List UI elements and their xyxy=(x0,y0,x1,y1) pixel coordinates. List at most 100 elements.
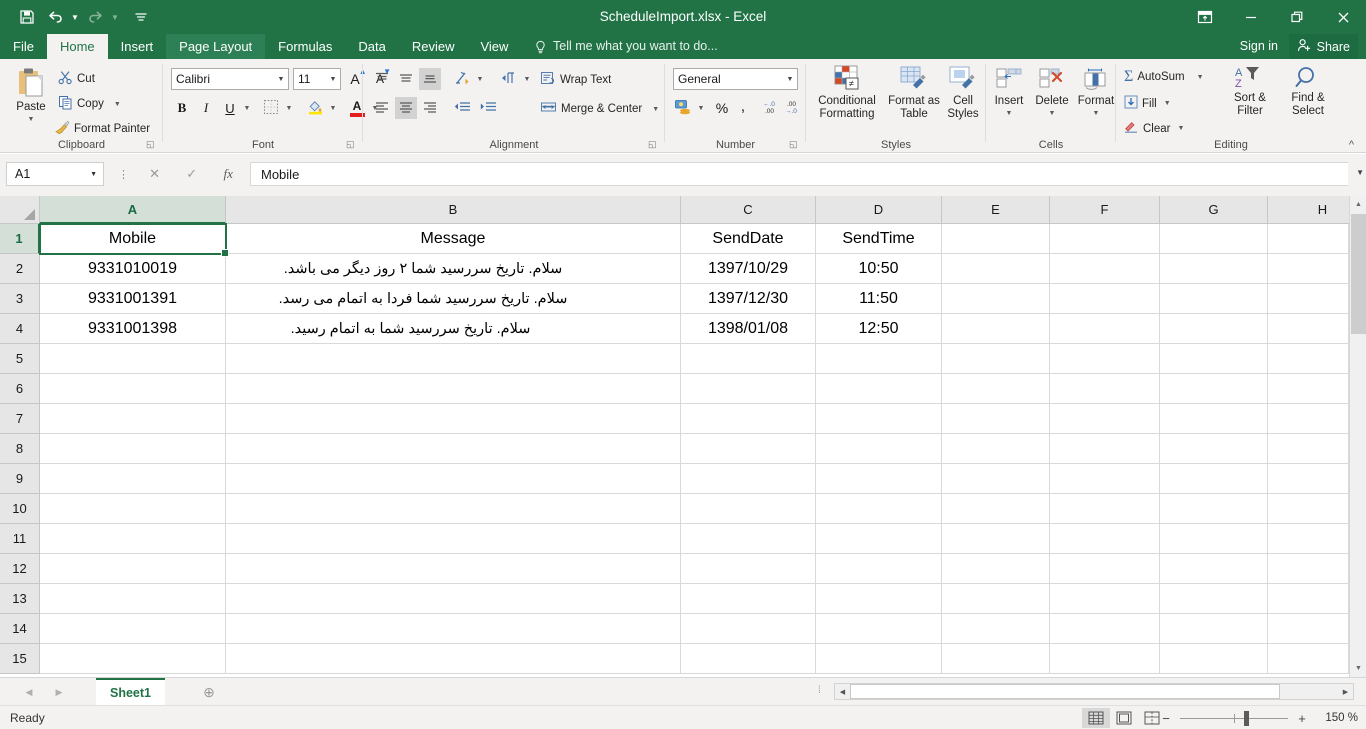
cell-E13[interactable] xyxy=(942,584,1050,614)
row-header-13[interactable]: 13 xyxy=(0,584,40,614)
select-all-button[interactable] xyxy=(0,196,40,224)
row-header-12[interactable]: 12 xyxy=(0,554,40,584)
tab-view[interactable]: View xyxy=(467,34,521,59)
horizontal-scrollbar[interactable]: ◀ ▶ xyxy=(834,683,1354,700)
scroll-right-icon[interactable]: ▶ xyxy=(1338,684,1353,699)
cell-C4[interactable]: 1398/01/08 xyxy=(681,314,816,344)
cell-D2[interactable]: 10:50 xyxy=(816,254,942,284)
cell-H13[interactable] xyxy=(1268,584,1349,614)
row-header-15[interactable]: 15 xyxy=(0,644,40,674)
text-direction-dropdown-button[interactable]: ▼ xyxy=(521,68,533,90)
close-icon[interactable] xyxy=(1320,0,1366,34)
cell-C12[interactable] xyxy=(681,554,816,584)
cell-F15[interactable] xyxy=(1050,644,1160,674)
cell-E6[interactable] xyxy=(942,374,1050,404)
insert-function-icon[interactable]: fx xyxy=(223,166,232,182)
cell-A10[interactable] xyxy=(40,494,226,524)
chevron-down-icon[interactable]: ▼ xyxy=(1177,125,1184,132)
cell-C10[interactable] xyxy=(681,494,816,524)
delete-cells-button[interactable]: Delete ▼ xyxy=(1030,67,1074,117)
cell-H8[interactable] xyxy=(1268,434,1349,464)
cell-D15[interactable] xyxy=(816,644,942,674)
tab-review[interactable]: Review xyxy=(399,34,468,59)
zoom-in-button[interactable]: + xyxy=(1297,711,1307,726)
next-sheet-icon[interactable]: ▶ xyxy=(56,687,63,698)
column-header-e[interactable]: E xyxy=(942,196,1050,224)
cell-H10[interactable] xyxy=(1268,494,1349,524)
insert-cells-button[interactable]: Insert ▼ xyxy=(988,67,1030,117)
tab-insert[interactable]: Insert xyxy=(108,34,167,59)
find-select-button[interactable]: Find & Select xyxy=(1278,65,1338,118)
font-name-combo[interactable]: Calibri ▼ xyxy=(171,68,289,90)
cell-H12[interactable] xyxy=(1268,554,1349,584)
row-header-9[interactable]: 9 xyxy=(0,464,40,494)
cell-F12[interactable] xyxy=(1050,554,1160,584)
cell-A15[interactable] xyxy=(40,644,226,674)
zoom-level-label[interactable]: 150 % xyxy=(1316,712,1358,724)
italic-button[interactable]: I xyxy=(195,97,217,119)
number-format-combo[interactable]: General ▼ xyxy=(673,68,798,90)
tab-data[interactable]: Data xyxy=(345,34,398,59)
align-center-button[interactable] xyxy=(395,97,417,119)
decrease-decimal-button[interactable]: .00→.0 xyxy=(781,97,803,119)
tab-page-layout[interactable]: Page Layout xyxy=(166,34,265,59)
cell-G2[interactable] xyxy=(1160,254,1268,284)
percent-style-button[interactable]: % xyxy=(711,97,733,119)
cell-C7[interactable] xyxy=(681,404,816,434)
cell-H5[interactable] xyxy=(1268,344,1349,374)
cell-C6[interactable] xyxy=(681,374,816,404)
cell-D5[interactable] xyxy=(816,344,942,374)
zoom-slider-thumb[interactable] xyxy=(1244,711,1249,726)
cell-C15[interactable] xyxy=(681,644,816,674)
column-header-b[interactable]: B xyxy=(226,196,681,224)
previous-sheet-icon[interactable]: ◀ xyxy=(26,687,33,698)
cell-D3[interactable]: 11:50 xyxy=(816,284,942,314)
cell-G14[interactable] xyxy=(1160,614,1268,644)
cell-E3[interactable] xyxy=(942,284,1050,314)
cell-B11[interactable] xyxy=(226,524,681,554)
tab-home[interactable]: Home xyxy=(47,34,108,59)
cell-B1[interactable]: Message xyxy=(226,224,681,254)
ribbon-display-options-icon[interactable] xyxy=(1182,0,1228,34)
scroll-down-icon[interactable]: ▼ xyxy=(1350,660,1366,677)
borders-dropdown-button[interactable]: ▼ xyxy=(283,97,295,119)
chevron-down-icon[interactable]: ▼ xyxy=(326,76,340,83)
cell-G1[interactable] xyxy=(1160,224,1268,254)
chevron-down-icon[interactable]: ▼ xyxy=(1164,100,1171,107)
cell-B6[interactable] xyxy=(226,374,681,404)
copy-dropdown-icon[interactable]: ▼ xyxy=(114,101,121,108)
expand-formula-bar-icon[interactable]: ▼ xyxy=(1356,168,1364,177)
collapse-ribbon-icon[interactable]: ^ xyxy=(1349,139,1354,151)
row-header-6[interactable]: 6 xyxy=(0,374,40,404)
cell-E4[interactable] xyxy=(942,314,1050,344)
comma-style-button[interactable]: , xyxy=(733,97,753,119)
cell-G7[interactable] xyxy=(1160,404,1268,434)
cell-B14[interactable] xyxy=(226,614,681,644)
cell-E11[interactable] xyxy=(942,524,1050,554)
decrease-indent-button[interactable] xyxy=(450,97,474,119)
cell-A3[interactable]: 9331001391 xyxy=(40,284,226,314)
cell-G10[interactable] xyxy=(1160,494,1268,524)
page-layout-view-icon[interactable] xyxy=(1110,708,1138,728)
cell-E10[interactable] xyxy=(942,494,1050,524)
cell-A8[interactable] xyxy=(40,434,226,464)
cell-C5[interactable] xyxy=(681,344,816,374)
cell-B10[interactable] xyxy=(226,494,681,524)
cell-D11[interactable] xyxy=(816,524,942,554)
format-painter-button[interactable]: Format Painter xyxy=(54,120,150,138)
row-header-10[interactable]: 10 xyxy=(0,494,40,524)
cell-H11[interactable] xyxy=(1268,524,1349,554)
cell-H9[interactable] xyxy=(1268,464,1349,494)
row-header-11[interactable]: 11 xyxy=(0,524,40,554)
sort-filter-button[interactable]: AZ Sort & Filter xyxy=(1222,65,1278,118)
cell-F3[interactable] xyxy=(1050,284,1160,314)
cell-E12[interactable] xyxy=(942,554,1050,584)
cell-D9[interactable] xyxy=(816,464,942,494)
scroll-left-icon[interactable]: ◀ xyxy=(835,684,850,699)
conditional-formatting-button[interactable]: ≠ Conditional Formatting xyxy=(808,65,886,121)
name-box[interactable]: A1 ▼ xyxy=(6,162,104,186)
alignment-dialog-launcher-icon[interactable]: ◱ xyxy=(648,139,659,150)
row-header-3[interactable]: 3 xyxy=(0,284,40,314)
cell-G11[interactable] xyxy=(1160,524,1268,554)
cell-H1[interactable] xyxy=(1268,224,1349,254)
